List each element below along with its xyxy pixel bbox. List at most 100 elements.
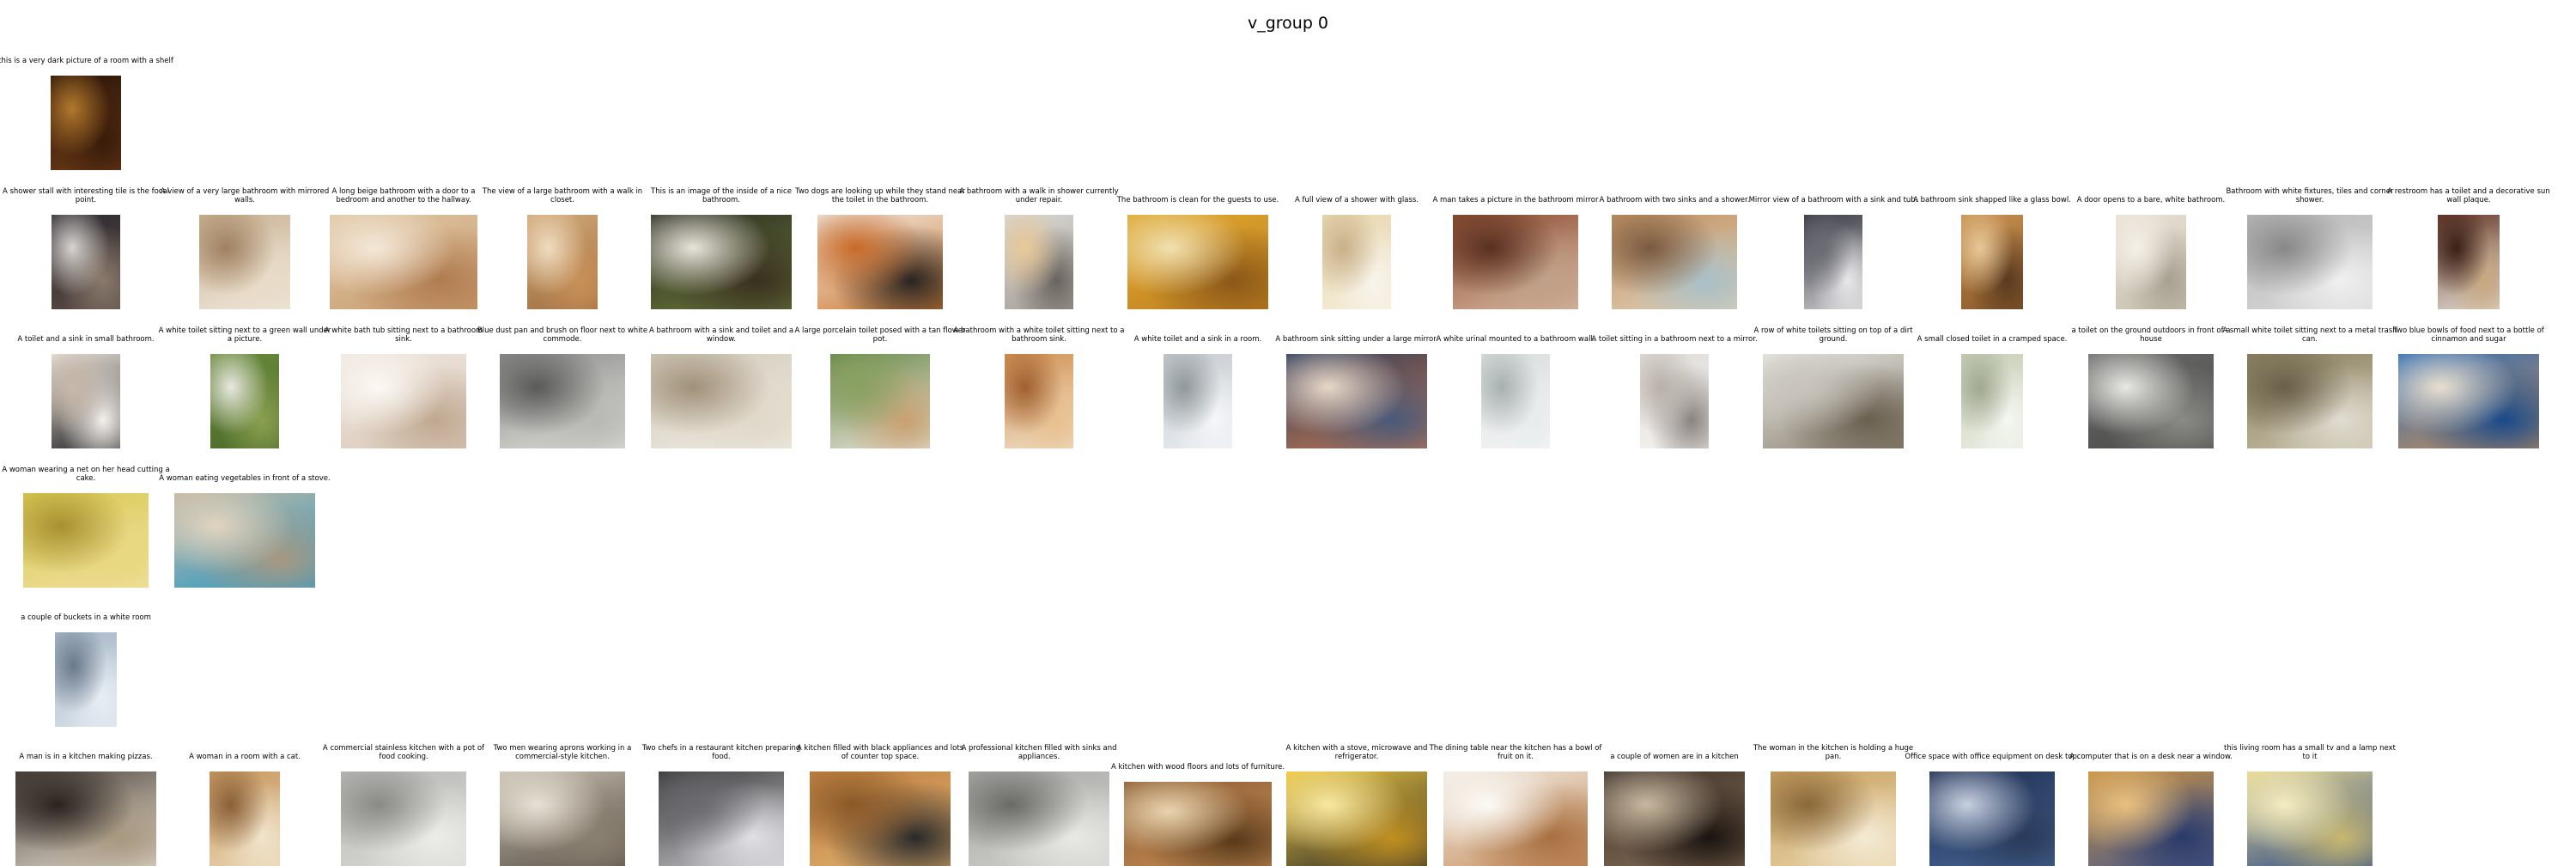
image-caption: A kitchen with wood floors and lots of f…: [1110, 763, 1285, 771]
image-caption: A woman in a room with a cat.: [189, 753, 301, 761]
grid-cell: A woman wearing a net on her head cuttin…: [2, 450, 170, 588]
image-caption: A long beige bathroom with a door to a b…: [331, 187, 476, 204]
image-caption: A white toilet sitting next to a green w…: [158, 326, 331, 344]
thumbnail-image: [659, 771, 784, 866]
grid-cell: The view of a large bathroom with a walk…: [483, 172, 642, 309]
thumbnail-image: [1005, 215, 1073, 309]
image-caption: The dining table near the kitchen has a …: [1429, 744, 1602, 761]
grid-cell: A white bath tub sitting next to a bathr…: [325, 311, 483, 448]
image-caption: This is an image of the inside of a nice…: [651, 187, 792, 204]
image-caption: A bathroom sink sitting under a large mi…: [1275, 335, 1438, 344]
image-caption: A bathroom sink shapped like a glass bow…: [1913, 196, 2071, 204]
thumbnail-image: [341, 354, 466, 448]
image-caption: A white bath tub sitting next to a bathr…: [324, 326, 483, 344]
grid-cell: A long beige bathroom with a door to a b…: [330, 172, 477, 309]
grid-cell: Mirror view of a bathroom with a sink an…: [1749, 172, 1917, 309]
grid-cell: A bathroom sink sitting under a large mi…: [1275, 311, 1438, 448]
grid-cell: A kitchen with a stove, microwave and re…: [1286, 729, 1427, 866]
thumbnail-image: [1453, 215, 1578, 309]
image-caption: Two men wearing aprons working in a comm…: [493, 744, 632, 761]
grid-cell: The woman in the kitchen is holding a hu…: [1753, 729, 1913, 866]
thumbnail-image: [1763, 354, 1904, 448]
image-caption: Office space with office equipment on de…: [1905, 753, 2080, 761]
thumbnail-image: [2116, 215, 2186, 309]
thumbnail-image: [1771, 771, 1896, 866]
image-caption: a couple of buckets in a white room: [21, 613, 151, 622]
image-caption: A door opens to a bare, white bathroom.: [2076, 196, 2226, 204]
grid-cell: A bathroom sink shapped like a glass bow…: [1913, 172, 2071, 309]
thumbnail-image: [500, 354, 625, 448]
image-caption: Two blue bowls of food next to a bottle …: [2393, 326, 2544, 344]
grid-cell: A bathroom with a sink and toilet and a …: [649, 311, 793, 448]
grid-cell: A bathroom with two sinks and a shower.: [1600, 172, 1749, 309]
grid-cell: a couple of women are in a kitchen: [1604, 729, 1745, 866]
image-caption: A shower stall with interesting tile is …: [2, 187, 170, 204]
image-caption: this is a very dark picture of a room wi…: [0, 57, 173, 65]
thumbnail-image: [2398, 354, 2539, 448]
grid-cell: A white toilet and a sink in a room.: [1129, 311, 1267, 448]
image-caption: A white urinal mounted to a bathroom wal…: [1436, 335, 1595, 344]
thumbnail-image: [2247, 354, 2372, 448]
thumbnail-image: [1127, 215, 1268, 309]
grid-cell: Two men wearing aprons working in a comm…: [494, 729, 631, 866]
grid-cell: A shower stall with interesting tile is …: [3, 172, 169, 309]
thumbnail-image: [23, 493, 149, 588]
image-caption: Blue dust pan and brush on floor next to…: [477, 326, 648, 344]
grid-cell: A toilet and a sink in small bathroom.: [17, 311, 155, 448]
thumbnail-image: [810, 771, 951, 866]
image-caption: The woman in the kitchen is holding a hu…: [1753, 744, 1914, 761]
image-caption: A commercial stainless kitchen with a po…: [322, 744, 485, 761]
image-caption: A view of a very large bathroom with mir…: [160, 187, 330, 204]
thumbnail-image: [500, 771, 625, 866]
image-caption: Mirror view of a bathroom with a sink an…: [1748, 196, 1918, 204]
grid-cell: A small closed toilet in a cramped space…: [1917, 311, 2067, 448]
grid-cell: a couple of buckets in a white room: [17, 589, 155, 727]
grid-cell: A small white toilet sitting next to a m…: [2222, 311, 2397, 448]
image-caption: A small closed toilet in a cramped space…: [1917, 335, 2068, 344]
thumbnail-image: [1286, 771, 1427, 866]
page-title: v_group 0: [1247, 14, 1329, 33]
image-caption: A kitchen filled with black appliances a…: [796, 744, 964, 761]
thumbnail-image: [651, 354, 792, 448]
thumbnail-image: [969, 771, 1109, 866]
thumbnail-image: [1804, 215, 1862, 309]
image-caption: A woman wearing a net on her head cuttin…: [2, 466, 170, 483]
image-caption: A row of white toilets sitting on top of…: [1753, 326, 1913, 344]
thumbnail-image: [817, 215, 943, 309]
grid-cell: A white urinal mounted to a bathroom wal…: [1436, 311, 1595, 448]
image-caption: The view of a large bathroom with a walk…: [482, 187, 643, 204]
thumbnail-image: [1604, 771, 1745, 866]
image-caption: A bathroom with a sink and toilet and a …: [648, 326, 794, 344]
grid-cell: a toilet on the ground outdoors in front…: [2072, 311, 2230, 448]
image-caption: A woman eating vegetables in front of a …: [159, 474, 331, 483]
thumbnail-image: [55, 632, 117, 727]
grid-cell: this living room has a small tv and a la…: [2224, 729, 2396, 866]
thumbnail-image: [2438, 215, 2500, 309]
thumbnail-image: [2088, 771, 2214, 866]
thumbnail-image: [1612, 215, 1737, 309]
image-caption: A bathroom with a white toilet sitting n…: [953, 326, 1125, 344]
image-caption: A large porcelain toilet posed with a ta…: [794, 326, 966, 344]
thumbnail-image: [210, 771, 280, 866]
thumbnail-image: [1640, 354, 1709, 448]
grid-cell: The dining table near the kitchen has a …: [1430, 729, 1601, 866]
image-caption: Bathroom with white fixtures, tiles and …: [2226, 187, 2394, 204]
thumbnail-image: [1005, 354, 1073, 448]
thumbnail-image: [1481, 354, 1550, 448]
thumbnail-image: [1124, 782, 1272, 866]
grid-cell: A kitchen with wood floors and lots of f…: [1111, 729, 1285, 866]
image-caption: Two dogs are looking up while they stand…: [795, 187, 965, 204]
thumbnail-image: [199, 215, 290, 309]
grid-cell: A bathroom with a walk in shower current…: [959, 172, 1119, 309]
grid-cell: A full view of a shower with glass.: [1288, 172, 1425, 309]
grid-cell: A door opens to a bare, white bathroom.: [2077, 172, 2225, 309]
thumbnail-image: [341, 771, 466, 866]
image-caption: A small white toilet sitting next to a m…: [2222, 326, 2397, 344]
thumbnail-image: [2247, 771, 2372, 866]
grid-cell: A restroom has a toilet and a decorative…: [2387, 172, 2550, 309]
grid-cell: A man takes a picture in the bathroom mi…: [1432, 172, 1599, 309]
thumbnail-image: [1322, 215, 1391, 309]
thumbnail-image: [651, 215, 792, 309]
thumbnail-image: [52, 215, 120, 309]
thumbnail-image: [210, 354, 279, 448]
